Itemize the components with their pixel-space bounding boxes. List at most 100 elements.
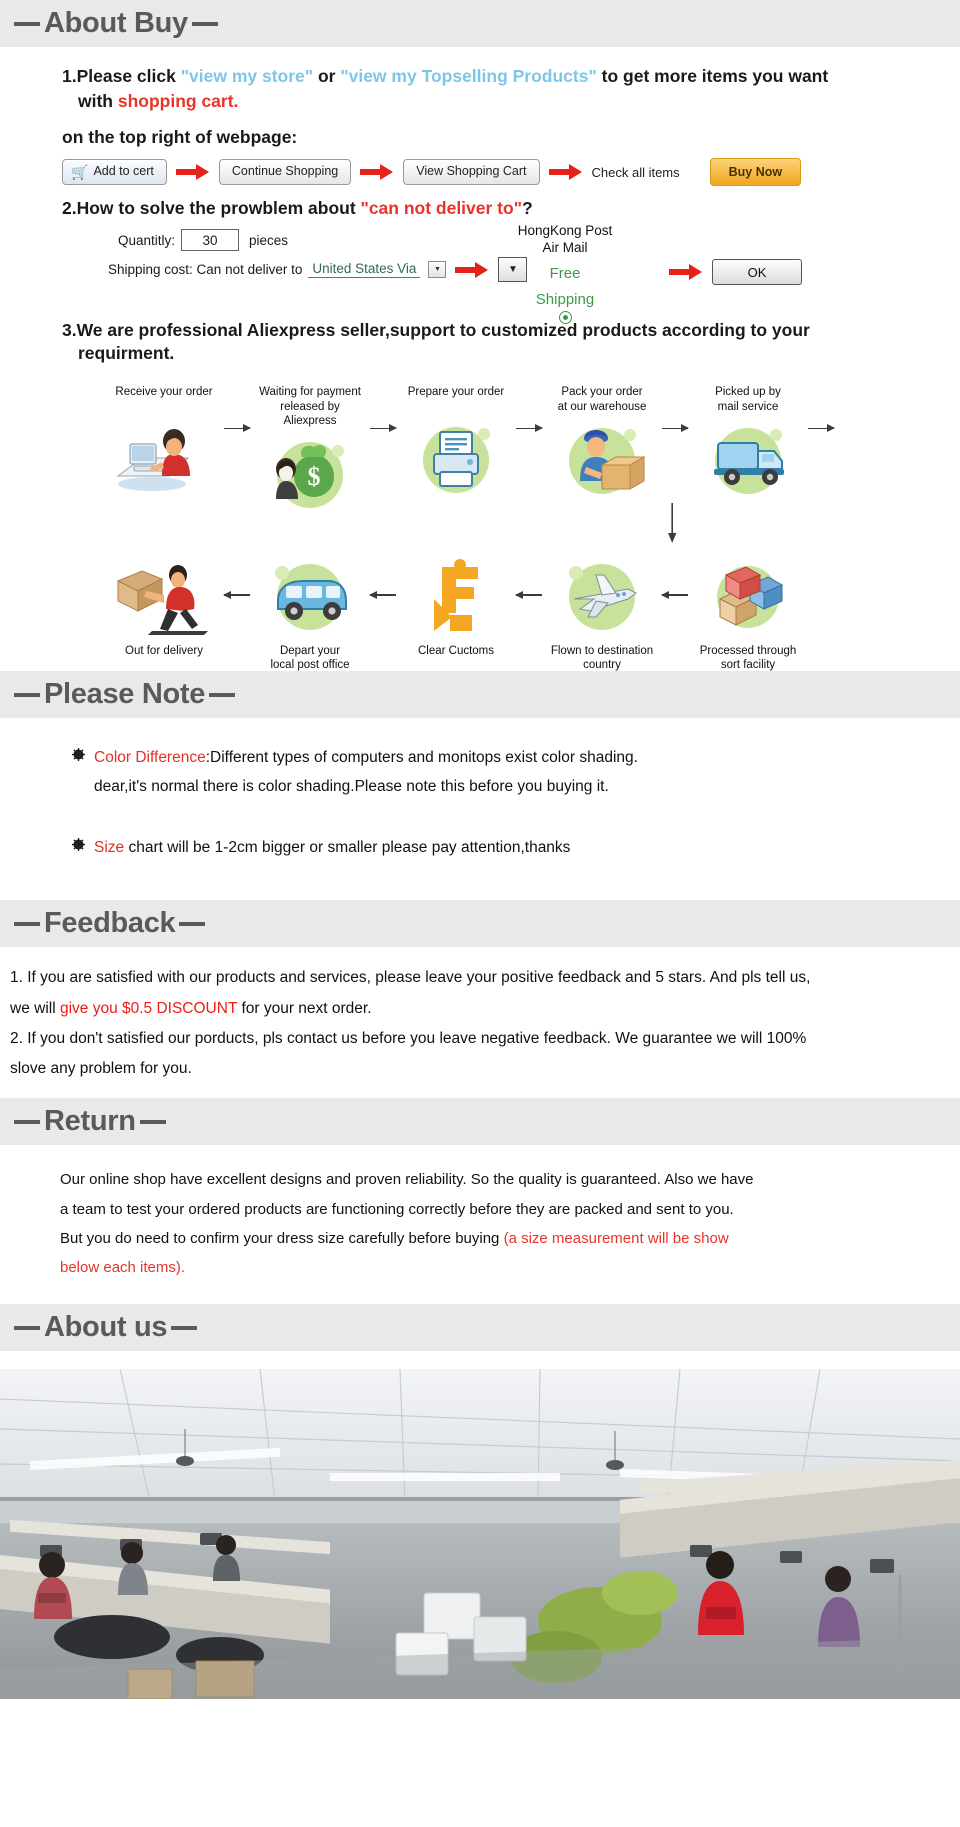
factory-photo-illustration [0,1369,960,1700]
flow-icon-printer [400,413,512,501]
dash-right-icon [179,921,206,926]
flow-step-receive-order: Receive your order [108,385,220,501]
item1-suffix: to get more items you want [596,66,829,86]
flow-icon-mail-truck [692,414,804,502]
flow-arrow-3 [512,385,546,471]
shipping-cost-label: Shipping cost: Can not deliver to [108,262,303,278]
flow-icon-airplane [546,552,658,640]
flow-step-pack-order: Pack your order at our warehouse [546,385,658,502]
quantity-input[interactable]: 30 [181,229,240,252]
note-item-color-difference: Color Difference:Different types of comp… [72,744,960,801]
item3-line2: requirment. [78,343,175,364]
check-all-items-label: Check all items [591,164,680,180]
flow-icon-worker-box [546,414,658,502]
flow-arrow-1 [220,385,254,471]
return-line3-red: (a size measurement will be show [503,1229,729,1247]
buy-now-label: Buy Now [728,165,783,180]
flow-icon-courier-running [108,552,220,640]
flow-label-out-for-delivery: Out for delivery [125,645,203,658]
factory-photo [0,1369,960,1700]
flow-label-receive-order: Receive your order [115,386,213,399]
continue-shopping-button[interactable]: Continue Shopping [218,159,352,186]
arrow-right-icon-2 [360,163,394,181]
discount-emphasis: give you $0.5 DISCOUNT [59,999,238,1017]
country-select-value[interactable]: United States Via [308,261,421,279]
item3-number: 3. [62,320,77,341]
dash-right-icon [171,1325,198,1330]
shopping-cart-emphasis: shopping cart. [117,91,239,112]
flow-label-depart-post-office: Depart your local post office [270,645,350,672]
return-body: Our online shop have excellent designs a… [0,1145,960,1304]
please-note-body: Color Difference:Different types of comp… [0,718,960,900]
flow-step-picked-up: Picked up by mail service [692,385,804,502]
section-header-about-buy: About Buy [0,0,960,47]
ok-button[interactable]: OK [712,259,802,286]
feedback-line2-prefix: we will [10,999,60,1017]
flow-label-sort-facility: Processed through sort facility [699,645,797,672]
arrow-right-icon-5 [669,263,703,281]
link-view-my-store[interactable]: "view my store" [181,66,313,86]
item1-line2-prefix: with [78,91,118,112]
dash-left-icon [14,921,40,926]
section-title-feedback: Feedback [44,907,176,940]
buy-steps-row: 🛒 Add to cert Continue Shopping View Sho… [62,158,960,187]
shipping-widget-mock: Quantitly: 30 pieces Shipping cost: Can … [0,223,960,325]
flow-icon-post-van [254,552,366,640]
flow-label-picked-up: Picked up by mail service [715,386,781,413]
section-header-return: Return [0,1098,960,1146]
note-spacer [0,816,960,834]
item1-prefix: Please click [76,66,181,86]
cannot-deliver-emphasis: "can not deliver to" [360,198,522,219]
return-line-3: But you do need to confirm your dress si… [60,1224,800,1253]
shopping-cart-icon: 🛒 [71,164,89,181]
add-to-cart-label: Add to cert [93,164,154,179]
section-header-feedback: Feedback [0,900,960,948]
flow-label-pack-order: Pack your order at our warehouse [557,386,647,413]
instruction-line-2: with shopping cart. [78,90,960,113]
flow-arrow-6 [220,552,254,638]
free-shipping-radio[interactable] [558,311,572,325]
flow-arrow-2 [366,385,400,471]
hk-post-line1: HongKong Post [517,223,613,239]
free-shipping-line1: Free [549,264,581,282]
arrow-right-icon-3 [548,163,583,181]
buy-now-button[interactable]: Buy Now [709,158,802,187]
quantity-label: Quantitly: [118,232,176,248]
flow-icon-computer-user [108,413,220,501]
view-shopping-cart-label: View Shopping Cart [416,164,527,179]
flow-step-out-for-delivery: Out for delivery [108,552,220,672]
quantity-unit-label: pieces [249,232,289,248]
hongkong-post-block: HongKong Post Air Mail Free Shipping [490,223,640,325]
feedback-line-4: slove any problem for you. [10,1060,192,1078]
flow-step-clear-customs: Clear Cuctoms [400,552,512,672]
section-title-return: Return [44,1105,136,1138]
gear-icon [72,748,85,762]
return-line-1: Our online shop have excellent designs a… [60,1171,754,1189]
add-to-cart-button[interactable]: 🛒 Add to cert [62,159,167,186]
flow-arrow-4 [658,385,692,471]
view-shopping-cart-button[interactable]: View Shopping Cart [403,159,540,186]
instruction-line-1: 1.Please click "view my store" or "view … [62,65,960,88]
instruction-line-3: on the top right of webpage: [62,127,298,148]
item1-mid: or [313,66,341,86]
section-title-about-buy: About Buy [44,7,188,39]
flow-step-flown-destination: Flown to destination country [546,552,658,673]
size-label: Size [94,838,125,856]
gear-icon [72,837,85,851]
link-view-topselling-products[interactable]: "view my Topselling Products" [340,66,596,86]
flow-label-prepare-order: Prepare your order [407,386,505,399]
flow-label-clear-customs: Clear Cuctoms [417,645,495,658]
flow-icon-parcel-pile [692,552,804,640]
flow-label-waiting-payment: Waiting for payment released by Aliexpre… [259,386,361,427]
flow-icon-customs-officer [400,552,512,640]
dash-left-icon [14,1119,40,1124]
feedback-line-1: 1. If you are satisfied with our product… [10,969,811,987]
free-shipping-line2: Shipping [535,290,595,308]
flow-arrow-9 [658,552,692,638]
section-title-please-note: Please Note [44,678,206,711]
item2-prefix: How to solve the prowblem about [76,198,361,219]
flow-icon-money-bag: $ [254,428,366,516]
country-chevron-down-icon[interactable]: ▼ [428,261,447,279]
flow-step-sort-facility: Processed through sort facility [692,552,804,673]
dash-right-icon [139,1119,166,1124]
